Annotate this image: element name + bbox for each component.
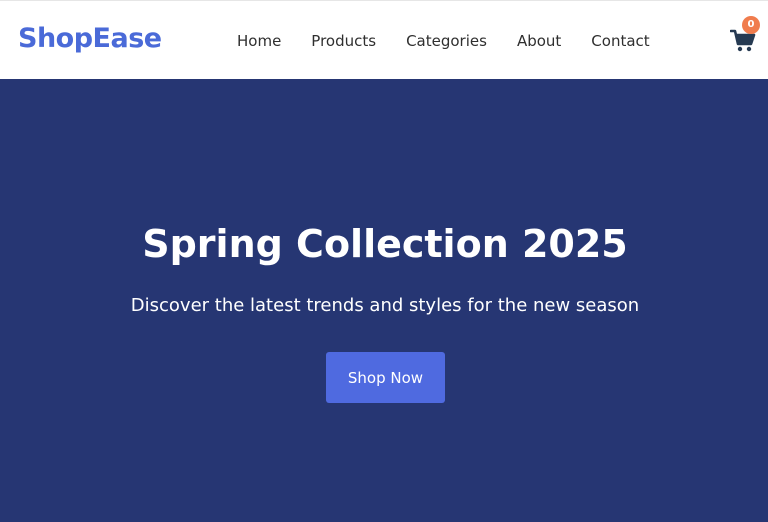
nav-about[interactable]: About — [517, 32, 561, 50]
nav-contact[interactable]: Contact — [591, 32, 649, 50]
nav-categories[interactable]: Categories — [406, 32, 487, 50]
site-header: ShopEase Home Products Categories About … — [0, 0, 768, 79]
hero-title: Spring Collection 2025 — [142, 222, 628, 266]
main-navigation: Home Products Categories About Contact — [237, 32, 650, 50]
nav-home[interactable]: Home — [237, 32, 281, 50]
site-logo[interactable]: ShopEase — [18, 23, 162, 54]
shop-now-button[interactable]: Shop Now — [326, 352, 445, 403]
hero-banner: Spring Collection 2025 Discover the late… — [0, 79, 768, 522]
nav-products[interactable]: Products — [311, 32, 376, 50]
hero-subtitle: Discover the latest trends and styles fo… — [130, 295, 640, 316]
cart-count-badge: 0 — [742, 16, 760, 34]
